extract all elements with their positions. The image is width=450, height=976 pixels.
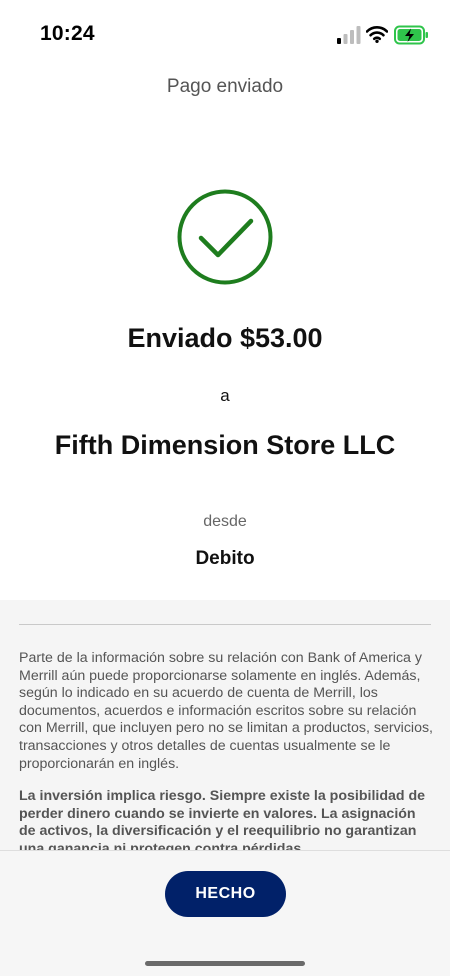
- divider: [19, 624, 431, 625]
- status-time: 10:24: [40, 22, 95, 45]
- from-account: Debito: [195, 548, 255, 569]
- risk-disclosure: La inversión implica riesgo. Siempre exi…: [19, 788, 426, 850]
- check-circle-icon: [177, 189, 273, 285]
- signal-icon: [337, 26, 361, 44]
- battery-charging-icon: [394, 25, 428, 45]
- disclosure-panel[interactable]: Parte de la información sobre su relació…: [0, 600, 450, 850]
- sent-amount: Enviado $53.00: [127, 323, 323, 353]
- home-indicator[interactable]: [145, 961, 305, 966]
- done-button[interactable]: HECHO: [165, 871, 286, 917]
- recipient-name: Fifth Dimension Store LLC: [54, 430, 396, 460]
- from-label: desde: [203, 513, 247, 530]
- page-title: Pago enviado: [166, 76, 284, 97]
- to-label: a: [220, 386, 230, 405]
- language-disclosure: Parte de la información sobre su relació…: [19, 650, 433, 772]
- wifi-icon: [366, 26, 388, 43]
- footer: HECHO: [0, 850, 450, 976]
- status-bar: 10:24: [0, 0, 450, 70]
